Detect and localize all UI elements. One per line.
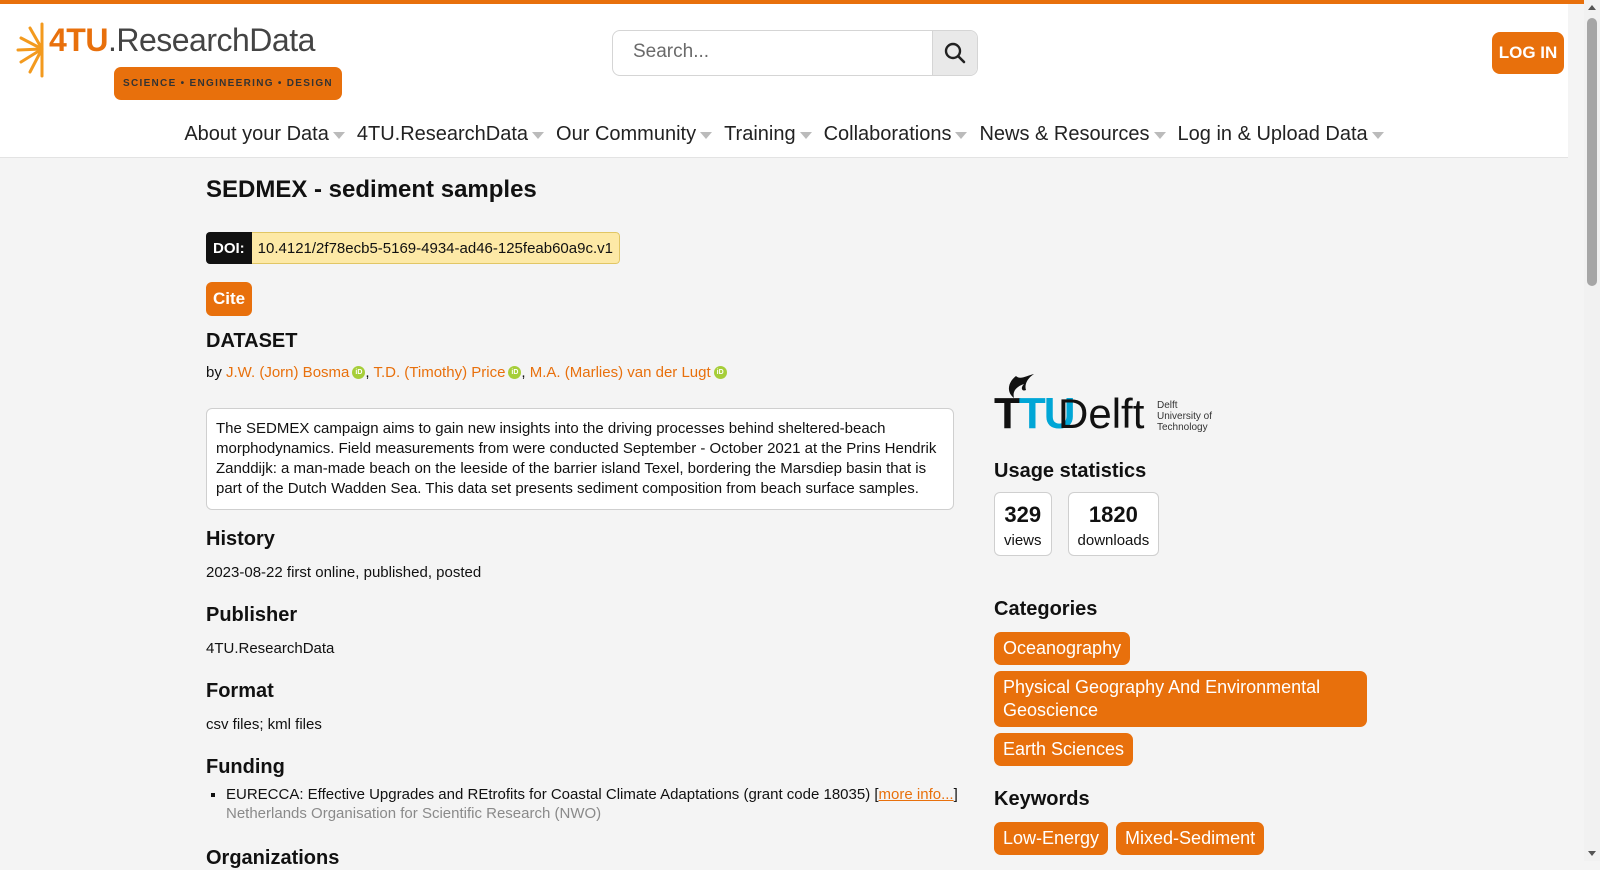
views-stat: 329 views [994,492,1052,556]
caret-down-icon [799,131,812,139]
search-box [612,30,978,76]
caret-down-icon [700,131,713,139]
history-heading: History [206,528,275,550]
nav-item-4tu-researchdata[interactable]: 4TU.ResearchData [357,114,545,154]
page-scrollbar[interactable] [1584,0,1600,861]
site-logo[interactable]: 4TU.ResearchData SCIENCE • ENGINEERING •… [16,20,342,100]
orcid-icon[interactable]: iD [713,366,727,379]
publisher-value: 4TU.ResearchData [206,640,335,657]
category-tag[interactable]: Oceanography [994,632,1131,665]
history-value: 2023-08-22 first online, published, post… [206,564,482,581]
funding-item: EURECCA: Effective Upgrades and REtrofit… [226,786,966,822]
tud-wordmark: Delft [1058,390,1145,437]
dataset-type-heading: DATASET [206,330,298,352]
caret-down-icon [332,131,345,139]
caret-down-icon [1153,131,1166,139]
search-input[interactable] [613,31,923,73]
caret-down-icon [1371,131,1384,139]
keyword-tag[interactable]: Mixed-Sediment [1116,822,1265,855]
search-icon [944,42,966,64]
orcid-icon[interactable]: iD [352,366,366,379]
publisher-heading: Publisher [206,604,298,626]
doi-badge: DOI: 10.4121/2f78ecb5-5169-4934-ad46-125… [206,232,620,264]
sunburst-logo-icon [16,22,44,78]
logo-wordmark: 4TU.ResearchData [49,22,315,58]
downloads-stat: 1820 downloads [1067,492,1160,556]
author-link[interactable]: M.A. (Marlies) van der Lugt [530,364,711,381]
caret-down-icon [955,131,968,139]
login-button[interactable]: LOG IN [1492,32,1564,74]
category-tag[interactable]: Earth Sciences [994,733,1134,766]
usage-statistics-heading: Usage statistics [994,460,1147,482]
author-link[interactable]: J.W. (Jorn) Bosma [226,364,349,381]
categories-heading: Categories [994,598,1098,620]
nav-item-about-your-data[interactable]: About your Data [184,114,345,154]
dataset-description: The SEDMEX campaign aims to gain new ins… [206,408,954,510]
nav-item-login-upload[interactable]: Log in & Upload Data [1178,114,1384,154]
scrollbar-thumb[interactable] [1587,18,1597,286]
caret-down-icon [532,131,545,139]
organizations-heading: Organizations [206,847,340,869]
authors-line: by J.W. (Jorn) Bosma iD, T.D. (Timothy) P… [206,364,727,381]
nav-item-training[interactable]: Training [724,114,812,154]
funding-heading: Funding [206,756,285,778]
categories-list: Oceanography Physical Geography And Envi… [994,632,1384,766]
logo-tagline: SCIENCE • ENGINEERING • DESIGN [114,67,342,100]
keyword-tag[interactable]: Low-Energy [994,822,1109,855]
site-header: 4TU.ResearchData SCIENCE • ENGINEERING •… [0,4,1568,158]
search-button[interactable] [932,31,977,75]
usage-stats: 329 views 1820 downloads [994,492,1160,556]
nav-item-collaborations[interactable]: Collaborations [824,114,968,154]
author-link[interactable]: T.D. (Timothy) Price [373,364,505,381]
main-navigation: About your Data 4TU.ResearchData Our Com… [0,114,1568,154]
funding-list: EURECCA: Effective Upgrades and REtrofit… [206,786,966,822]
doi-value[interactable]: 10.4121/2f78ecb5-5169-4934-ad46-125feab6… [251,232,620,264]
doi-label: DOI: [206,232,252,264]
format-value: csv files; kml files [206,716,322,733]
nav-item-news-resources[interactable]: News & Resources [979,114,1166,154]
format-heading: Format [206,680,274,702]
scroll-up-arrow-icon[interactable] [1588,5,1596,10]
scroll-down-arrow-icon[interactable] [1588,851,1596,856]
cite-button[interactable]: Cite [206,282,252,316]
orcid-icon[interactable]: iD [508,366,522,379]
keywords-heading: Keywords [994,788,1090,810]
tudelft-logo[interactable]: TTU Delft Delft University of Technology [994,370,1224,437]
keywords-list: Low-Energy Mixed-Sediment [994,822,1384,855]
dataset-title: SEDMEX - sediment samples [206,176,537,203]
nav-item-our-community[interactable]: Our Community [556,114,713,154]
funding-organisation: Netherlands Organisation for Scientific … [226,805,602,822]
category-tag[interactable]: Physical Geography And Environmental Geo… [994,671,1367,727]
tud-subtitle: Delft University of Technology [1157,400,1213,433]
more-info-link[interactable]: more info... [879,786,954,803]
